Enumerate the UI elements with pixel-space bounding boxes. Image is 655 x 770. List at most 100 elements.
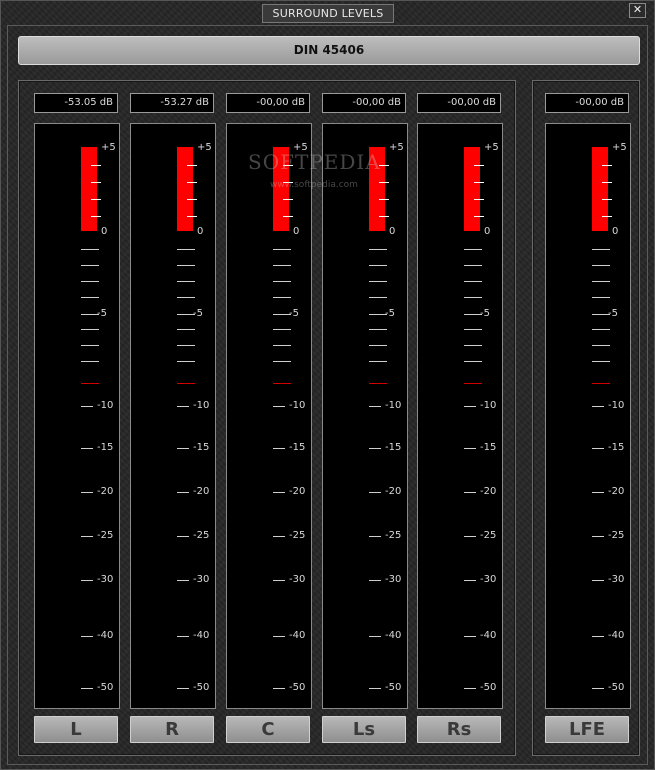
scale-tick: [177, 329, 195, 330]
scale-tick: [273, 448, 285, 449]
scale-label: -50: [385, 682, 402, 693]
scale-tick: [81, 249, 99, 250]
scale-tick: [369, 492, 381, 493]
scale-tick: [592, 249, 610, 250]
scale-tick: [273, 329, 291, 330]
reference-level-mark: [177, 383, 195, 384]
scale-label: -5: [480, 308, 490, 319]
scale-label: +5: [612, 142, 627, 153]
scale-label: -10: [385, 400, 402, 411]
scale-tick: [592, 406, 604, 407]
scale-tick: [474, 182, 484, 183]
scale-tick: [91, 182, 101, 183]
readout-c: -00,00 dB: [226, 93, 310, 113]
level-meter-l: +5 0 -5 -10 -15 -20 -25 -30 -40 -50: [34, 123, 120, 709]
scale-label: -15: [193, 442, 210, 453]
scale-tick: [81, 580, 93, 581]
scale-tick: [592, 688, 604, 689]
scale-label: -20: [289, 486, 306, 497]
scale-label: +5: [101, 142, 116, 153]
scale-tick: [602, 182, 612, 183]
scale-label: -30: [385, 574, 402, 585]
scale-label: -30: [289, 574, 306, 585]
scale-tick: [273, 406, 285, 407]
scale-tick: [602, 216, 612, 217]
level-meter-lfe: +5 0 -5 -10 -15 -20 -25 -30 -40 -50: [545, 123, 631, 709]
scale-tick: [379, 182, 389, 183]
scale-label: -10: [608, 400, 625, 411]
scale-tick: [81, 448, 93, 449]
scale-tick: [592, 448, 604, 449]
peak-level-bar: [177, 147, 193, 231]
scale-tick: [592, 314, 604, 315]
channel-button-l[interactable]: L: [34, 716, 118, 743]
channel-button-rs[interactable]: Rs: [417, 716, 501, 743]
scale-tick: [187, 216, 197, 217]
channel-button-r[interactable]: R: [130, 716, 214, 743]
scale-tick: [283, 199, 293, 200]
scale-tick: [474, 165, 484, 166]
scale-tick: [369, 688, 381, 689]
standard-selector-button[interactable]: DIN 45406: [18, 36, 640, 65]
scale-label: -30: [480, 574, 497, 585]
scale-tick: [369, 265, 387, 266]
scale-tick: [177, 281, 195, 282]
scale-tick: [369, 314, 381, 315]
level-meter-ls: +5 0 -5 -10 -15 -20 -25 -30 -40 -50: [322, 123, 408, 709]
scale-label: -20: [480, 486, 497, 497]
scale-label: -5: [193, 308, 203, 319]
scale-label: 0: [101, 226, 108, 237]
channel-button-c[interactable]: C: [226, 716, 310, 743]
scale-tick: [273, 281, 291, 282]
scale-tick: [464, 281, 482, 282]
scale-tick: [592, 636, 604, 637]
scale-label: -10: [480, 400, 497, 411]
scale-tick: [592, 265, 610, 266]
reference-level-mark: [273, 383, 291, 384]
scale-label: +5: [484, 142, 499, 153]
scale-tick: [592, 361, 610, 362]
scale-tick: [91, 165, 101, 166]
scale-tick: [81, 329, 99, 330]
watermark-text: SOFTPEDIA: [248, 150, 381, 174]
reference-level-mark: [369, 383, 387, 384]
scale-tick: [464, 314, 476, 315]
scale-label: -10: [289, 400, 306, 411]
scale-tick: [177, 361, 195, 362]
scale-label: -50: [289, 682, 306, 693]
scale-tick: [177, 297, 195, 298]
scale-tick: [592, 345, 610, 346]
scale-tick: [81, 281, 99, 282]
scale-label: -40: [608, 630, 625, 641]
channel-button-lfe[interactable]: LFE: [545, 716, 629, 743]
scale-tick: [177, 636, 189, 637]
scale-label: -20: [193, 486, 210, 497]
scale-tick: [369, 636, 381, 637]
scale-label: +5: [389, 142, 404, 153]
scale-tick: [464, 297, 482, 298]
scale-tick: [592, 329, 610, 330]
scale-tick: [464, 329, 482, 330]
scale-tick: [273, 536, 285, 537]
scale-tick: [464, 580, 476, 581]
scale-tick: [602, 165, 612, 166]
readout-l: -53.05 dB: [34, 93, 118, 113]
channel-button-ls[interactable]: Ls: [322, 716, 406, 743]
scale-tick: [273, 636, 285, 637]
scale-label: 0: [612, 226, 619, 237]
scale-tick: [81, 406, 93, 407]
readout-rs: -00,00 dB: [417, 93, 501, 113]
scale-label: -25: [97, 530, 114, 541]
scale-tick: [369, 297, 387, 298]
scale-tick: [273, 314, 285, 315]
scale-label: -40: [480, 630, 497, 641]
scale-tick: [187, 165, 197, 166]
scale-tick: [464, 492, 476, 493]
surround-levels-window: SURROUND LEVELS ✕ DIN 45406 -53.05 dB +5 0…: [0, 0, 655, 770]
close-button[interactable]: ✕: [629, 3, 646, 18]
scale-tick: [273, 249, 291, 250]
scale-tick: [602, 199, 612, 200]
peak-level-bar: [81, 147, 97, 231]
level-meter-c: +5 0 -5 -10 -15 -20 -25 -30 -40 -50: [226, 123, 312, 709]
readout-r: -53.27 dB: [130, 93, 214, 113]
